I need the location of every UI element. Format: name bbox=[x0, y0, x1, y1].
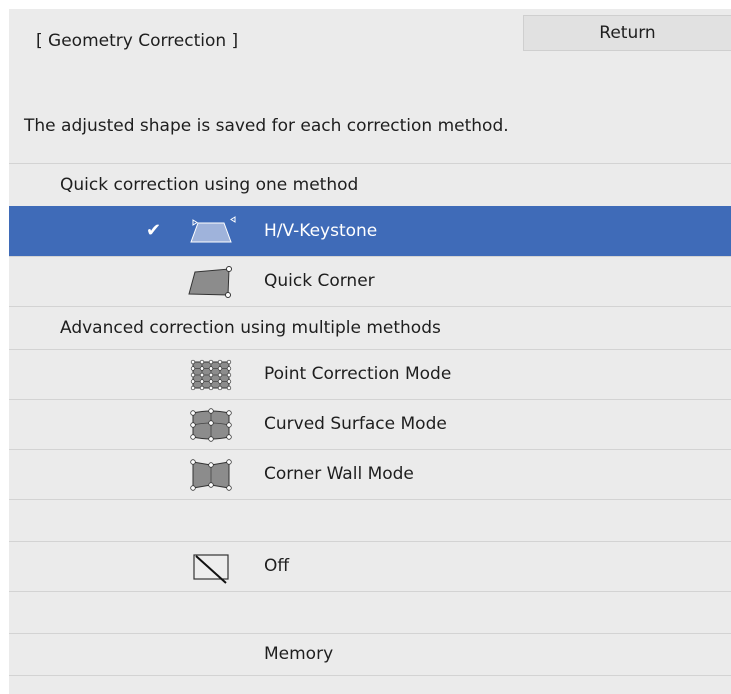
menu-item-label: Quick Corner bbox=[264, 271, 375, 291]
return-button[interactable]: Return bbox=[523, 15, 731, 51]
section-label: Advanced correction using multiple metho… bbox=[60, 318, 441, 338]
bottom-divider bbox=[9, 675, 731, 694]
menu-item-curved-surface[interactable]: Curved Surface Mode bbox=[9, 399, 731, 449]
menu-item-quick-corner[interactable]: Quick Corner bbox=[9, 256, 731, 306]
geometry-correction-panel: [ Geometry Correction ] Return The adjus… bbox=[9, 9, 731, 694]
menu-item-memory[interactable]: Memory bbox=[9, 633, 731, 675]
section-header-advanced: Advanced correction using multiple metho… bbox=[9, 306, 731, 349]
menu-item-label: Curved Surface Mode bbox=[264, 414, 447, 434]
curved-surface-icon bbox=[185, 408, 237, 442]
corner-wall-icon bbox=[185, 458, 237, 492]
menu-item-label: Corner Wall Mode bbox=[264, 464, 414, 484]
point-grid-icon bbox=[185, 358, 237, 392]
description-text: The adjusted shape is saved for each cor… bbox=[24, 116, 509, 136]
section-header-quick: Quick correction using one method bbox=[9, 163, 731, 206]
header: [ Geometry Correction ] Return bbox=[9, 9, 731, 79]
spacer-row bbox=[9, 499, 731, 541]
correction-method-list: Quick correction using one method ✔ H/V-… bbox=[9, 163, 731, 694]
menu-item-label: Memory bbox=[264, 644, 334, 664]
menu-item-hv-keystone[interactable]: ✔ H/V-Keystone bbox=[9, 206, 731, 256]
section-label: Quick correction using one method bbox=[60, 175, 359, 195]
keystone-icon bbox=[185, 215, 237, 249]
quick-corner-icon bbox=[185, 265, 237, 299]
menu-item-corner-wall[interactable]: Corner Wall Mode bbox=[9, 449, 731, 499]
menu-item-label: Off bbox=[264, 556, 290, 576]
page-title: [ Geometry Correction ] bbox=[36, 31, 239, 51]
menu-item-point-correction[interactable]: Point Correction Mode bbox=[9, 349, 731, 399]
checkmark-icon: ✔ bbox=[146, 220, 162, 241]
off-slash-icon bbox=[185, 550, 237, 584]
menu-item-label: Point Correction Mode bbox=[264, 364, 452, 384]
menu-item-label: H/V-Keystone bbox=[264, 221, 378, 241]
menu-item-off[interactable]: Off bbox=[9, 541, 731, 591]
spacer-row bbox=[9, 591, 731, 633]
